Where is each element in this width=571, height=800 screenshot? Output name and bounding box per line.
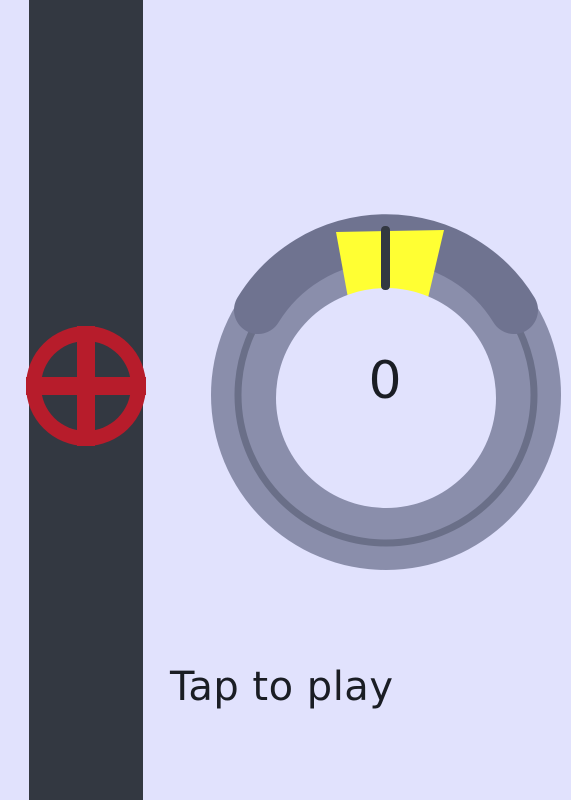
score-display: 0 [368,351,402,411]
crosshair-wheel-icon [22,322,150,450]
needle-icon [381,226,390,290]
tap-to-play-button[interactable]: Tap to play [170,664,394,710]
